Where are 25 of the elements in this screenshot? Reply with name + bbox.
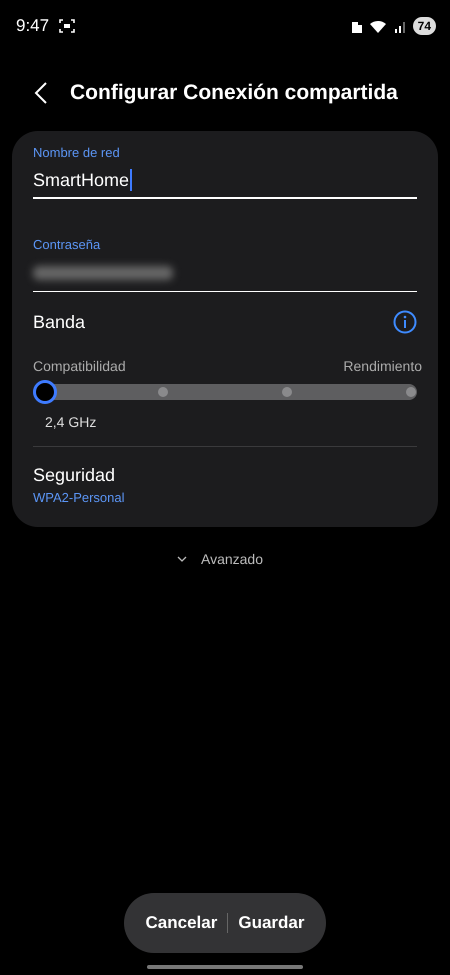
slider-thumb[interactable] <box>33 380 57 404</box>
security-title: Seguridad <box>33 465 116 486</box>
field-label: Nombre de red <box>33 145 121 160</box>
signal-icon <box>394 20 407 32</box>
slider-stop <box>158 387 168 397</box>
slider-max-label: Rendimiento <box>343 358 422 374</box>
action-button[interactable]: Cancelar <box>136 913 228 933</box>
advanced-toggle[interactable]: Avanzado <box>176 551 263 567</box>
band-value: 2,4 GHz <box>45 414 98 430</box>
slider-stop <box>406 387 416 397</box>
screenshot-icon <box>59 19 76 33</box>
status-time: 9:47 <box>16 16 50 36</box>
security-value: WPA2-Personal <box>33 490 126 505</box>
band-title: Banda <box>33 312 86 332</box>
slider-min-label: Compatibilidad <box>33 358 126 374</box>
field-label: Contraseña <box>33 237 102 252</box>
building-icon <box>350 20 363 32</box>
battery-indicator: 74 <box>412 17 436 35</box>
slider-stop <box>282 387 292 397</box>
back-icon[interactable] <box>34 81 48 105</box>
network-name-field[interactable]: SmartHome <box>33 163 417 199</box>
info-icon[interactable] <box>393 310 417 334</box>
page-title: Configurar Conexión compartida <box>70 81 398 105</box>
wifi-icon <box>368 18 389 34</box>
action-button[interactable]: Guardar <box>228 913 314 933</box>
